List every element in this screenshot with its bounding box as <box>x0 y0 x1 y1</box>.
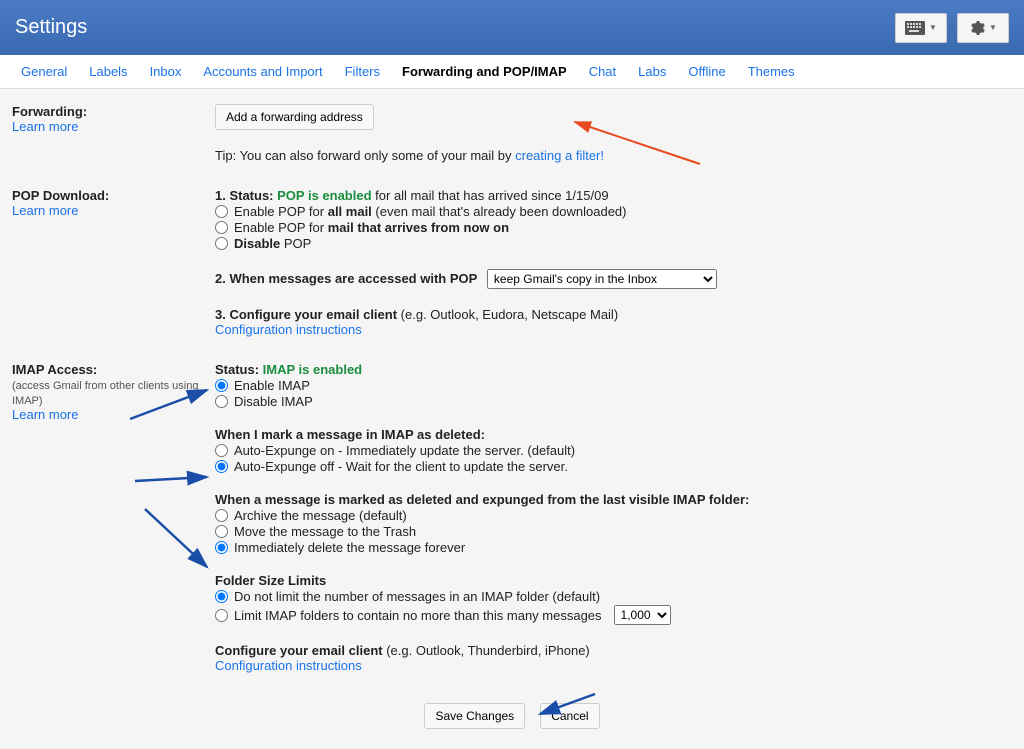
tab-offline[interactable]: Offline <box>677 56 736 87</box>
expunge-radio-off[interactable] <box>215 460 228 473</box>
pop-learn-more[interactable]: Learn more <box>12 203 78 218</box>
imap-label: IMAP Access: (access Gmail from other cl… <box>12 362 215 422</box>
settings-button[interactable]: ▼ <box>957 13 1009 43</box>
pop-access-select[interactable]: keep Gmail's copy in the Inbox <box>487 269 717 289</box>
imap-label-disable[interactable]: Disable IMAP <box>234 394 313 409</box>
imap-config-link[interactable]: Configuration instructions <box>215 658 362 673</box>
expaction-radio-delete[interactable] <box>215 541 228 554</box>
create-filter-link[interactable]: creating a filter! <box>515 148 604 163</box>
folder-radio-nolimit[interactable] <box>215 590 228 603</box>
expaction-label-archive[interactable]: Archive the message (default) <box>234 508 407 523</box>
imap-sublabel: (access Gmail from other clients using I… <box>12 380 198 407</box>
expaction-label-delete[interactable]: Immediately delete the message forever <box>234 540 465 555</box>
pop-radio-allmail[interactable] <box>215 205 228 218</box>
forwarding-tip-text: Tip: You can also forward only some of y… <box>215 148 515 163</box>
chevron-down-icon: ▼ <box>989 23 997 32</box>
keyboard-icon <box>905 21 925 35</box>
forwarding-label: Forwarding: Learn more <box>12 104 215 134</box>
pop-radio-disable[interactable] <box>215 237 228 250</box>
folder-label-nolimit[interactable]: Do not limit the number of messages in a… <box>234 589 600 604</box>
imap-expunged-title: When a message is marked as deleted and … <box>215 492 1012 507</box>
expaction-label-trash[interactable]: Move the message to the Trash <box>234 524 416 539</box>
header-bar: Settings ▼ ▼ <box>0 0 1024 55</box>
pop-option-nowon: Enable POP for mail that arrives from no… <box>215 220 1012 235</box>
imap-radio-disable[interactable] <box>215 395 228 408</box>
imap-folder-title: Folder Size Limits <box>215 573 1012 588</box>
tab-filters[interactable]: Filters <box>334 56 391 87</box>
imap-config-block: Configure your email client (e.g. Outloo… <box>215 643 1012 673</box>
imap-deleted-title: When I mark a message in IMAP as deleted… <box>215 427 1012 442</box>
pop-status-prefix: 1. Status: <box>215 188 277 203</box>
imap-status-prefix: Status: <box>215 362 263 377</box>
pop-label-nowon[interactable]: Enable POP for mail that arrives from no… <box>234 220 509 235</box>
pop-label: POP Download: Learn more <box>12 188 215 218</box>
settings-content: Forwarding: Learn more Add a forwarding … <box>0 89 1024 749</box>
forwarding-learn-more[interactable]: Learn more <box>12 119 78 134</box>
pop-config-link[interactable]: Configuration instructions <box>215 322 362 337</box>
forwarding-section: Forwarding: Learn more Add a forwarding … <box>12 104 1012 163</box>
forwarding-heading: Forwarding: <box>12 104 87 119</box>
input-method-button[interactable]: ▼ <box>895 13 947 43</box>
expaction-radio-archive[interactable] <box>215 509 228 522</box>
header-controls: ▼ ▼ <box>895 13 1009 43</box>
imap-deleted-block: When I mark a message in IMAP as deleted… <box>215 427 1012 474</box>
pop-section: POP Download: Learn more 1. Status: POP … <box>12 188 1012 337</box>
pop-access-block: 2. When messages are accessed with POP k… <box>215 269 1012 289</box>
tab-general[interactable]: General <box>10 56 78 87</box>
pop-status-suffix: for all mail that has arrived since 1/15… <box>372 188 609 203</box>
imap-label-enable[interactable]: Enable IMAP <box>234 378 310 393</box>
expaction-radio-trash[interactable] <box>215 525 228 538</box>
tab-accounts[interactable]: Accounts and Import <box>192 56 333 87</box>
page-title: Settings <box>15 16 87 39</box>
imap-folder-block: Folder Size Limits Do not limit the numb… <box>215 573 1012 625</box>
imap-config-suffix: (e.g. Outlook, Thunderbird, iPhone) <box>383 643 590 658</box>
tab-inbox[interactable]: Inbox <box>139 56 193 87</box>
tab-labs[interactable]: Labs <box>627 56 677 87</box>
imap-status-value: IMAP is enabled <box>263 362 362 377</box>
chevron-down-icon: ▼ <box>929 23 937 32</box>
tab-forwarding[interactable]: Forwarding and POP/IMAP <box>391 56 578 87</box>
expunge-radio-on[interactable] <box>215 444 228 457</box>
imap-heading: IMAP Access: <box>12 362 97 377</box>
expunge-label-on[interactable]: Auto-Expunge on - Immediately update the… <box>234 443 575 458</box>
pop-heading: POP Download: <box>12 188 109 203</box>
tab-chat[interactable]: Chat <box>578 56 627 87</box>
folder-radio-limit[interactable] <box>215 609 228 622</box>
pop-radio-nowon[interactable] <box>215 221 228 234</box>
forwarding-tip: Tip: You can also forward only some of y… <box>215 148 1012 163</box>
imap-section: IMAP Access: (access Gmail from other cl… <box>12 362 1012 673</box>
imap-learn-more[interactable]: Learn more <box>12 407 78 422</box>
add-forwarding-address-button[interactable]: Add a forwarding address <box>215 104 374 130</box>
imap-radio-enable[interactable] <box>215 379 228 392</box>
pop-label-allmail[interactable]: Enable POP for all mail (even mail that'… <box>234 204 627 219</box>
expunge-label-off[interactable]: Auto-Expunge off - Wait for the client t… <box>234 459 568 474</box>
footer-buttons: Save Changes Cancel <box>12 698 1012 734</box>
pop-option-allmail: Enable POP for all mail (even mail that'… <box>215 204 1012 219</box>
pop-option-disable: Disable POP <box>215 236 1012 251</box>
pop-status-value: POP is enabled <box>277 188 371 203</box>
imap-status-block: Status: IMAP is enabled Enable IMAP Disa… <box>215 362 1012 409</box>
tab-themes[interactable]: Themes <box>737 56 806 87</box>
folder-label-limit[interactable]: Limit IMAP folders to contain no more th… <box>234 608 602 623</box>
settings-tabs: General Labels Inbox Accounts and Import… <box>0 55 1024 89</box>
pop-config-title: 3. Configure your email client <box>215 307 397 322</box>
tab-labels[interactable]: Labels <box>78 56 138 87</box>
imap-config-title: Configure your email client <box>215 643 383 658</box>
gear-icon <box>969 20 985 36</box>
pop-config-suffix: (e.g. Outlook, Eudora, Netscape Mail) <box>397 307 618 322</box>
pop-status-line: 1. Status: POP is enabled for all mail t… <box>215 188 1012 203</box>
pop-access-title: 2. When messages are accessed with POP <box>215 271 477 286</box>
imap-expunged-block: When a message is marked as deleted and … <box>215 492 1012 555</box>
folder-limit-select[interactable]: 1,000 <box>614 605 671 625</box>
pop-config-block: 3. Configure your email client (e.g. Out… <box>215 307 1012 337</box>
pop-label-disable[interactable]: Disable POP <box>234 236 311 251</box>
